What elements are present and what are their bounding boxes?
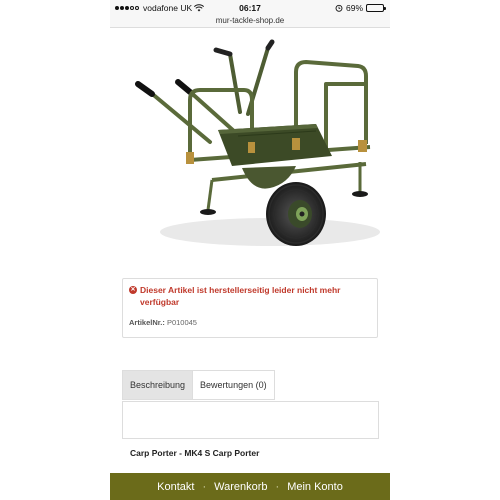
article-number-value: P010045 bbox=[166, 318, 197, 327]
tab-description[interactable]: Beschreibung bbox=[122, 370, 194, 400]
notice-line: ✕ Dieser Artikel ist herstellerseitig le… bbox=[129, 284, 371, 308]
product-image[interactable] bbox=[120, 32, 380, 268]
address-bar[interactable]: mur-tackle-shop.de bbox=[110, 16, 390, 28]
availability-notice: ✕ Dieser Artikel ist herstellerseitig le… bbox=[122, 278, 378, 338]
battery-icon bbox=[366, 4, 386, 12]
alarm-icon bbox=[335, 4, 343, 12]
error-icon: ✕ bbox=[129, 286, 137, 294]
product-tabs: Beschreibung Bewertungen (0) bbox=[122, 370, 275, 400]
battery-percent: 69% bbox=[345, 3, 363, 13]
nav-separator: · bbox=[275, 480, 280, 493]
tab-panel bbox=[122, 401, 379, 439]
notice-text: Dieser Artikel ist herstellerseitig leid… bbox=[140, 285, 341, 307]
article-number-label: ArtikelNr.: bbox=[129, 318, 165, 327]
page-content: ✕ Dieser Artikel ist herstellerseitig le… bbox=[110, 28, 390, 468]
bottom-nav: Kontakt · Warenkorb · Mein Konto bbox=[110, 473, 390, 500]
status-right: 69% bbox=[335, 3, 386, 13]
nav-cart-link[interactable]: Warenkorb bbox=[214, 481, 267, 493]
nav-separator: · bbox=[202, 480, 207, 493]
nav-contact-link[interactable]: Kontakt bbox=[157, 481, 194, 493]
tab-reviews[interactable]: Bewertungen (0) bbox=[193, 370, 275, 400]
article-number-row: ArtikelNr.: P010045 bbox=[129, 318, 371, 327]
status-bar: vodafone UK 06:17 69% bbox=[110, 0, 390, 16]
product-title: Carp Porter - MK4 S Carp Porter bbox=[130, 448, 260, 458]
nav-account-link[interactable]: Mein Konto bbox=[287, 481, 343, 493]
